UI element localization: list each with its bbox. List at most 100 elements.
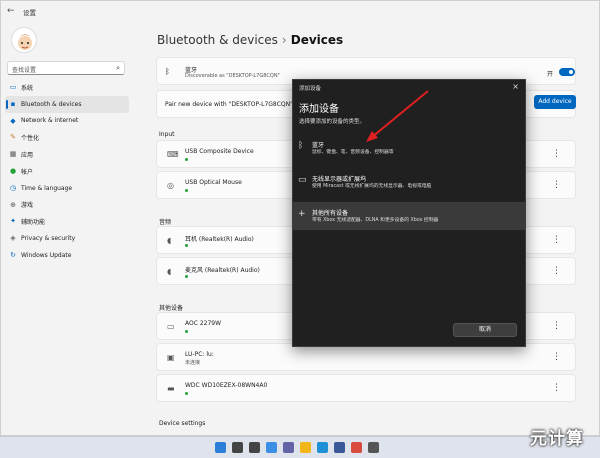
accessibility-icon: ✦ — [10, 217, 16, 226]
more-options-icon[interactable]: ⋮ — [552, 352, 561, 362]
apps-icon: ▦ — [9, 150, 17, 159]
widgets-icon[interactable] — [266, 442, 277, 453]
sidebar-item[interactable]: ▪ Bluetooth & devices — [5, 95, 129, 113]
bluetooth-discoverable: Discoverable as "DESKTOP-L7G8CQN" — [185, 73, 280, 79]
dialog-subtitle: 选择要添加的设备的类型。 — [299, 119, 366, 125]
cartoon-avatar-icon — [17, 34, 33, 50]
status-dot — [185, 158, 188, 161]
sidebar-item[interactable]: ✦ 辅助功能 — [5, 213, 129, 230]
status-dot — [185, 189, 188, 192]
sidebar-item[interactable]: ● 帐户 — [5, 163, 129, 180]
device-row[interactable]: ▣ LU-PC: lu: 未连接 ⋮ — [156, 343, 576, 371]
media-device-icon: ▣ — [167, 353, 175, 362]
sidebar-item[interactable]: ◈ Privacy & security — [5, 230, 129, 247]
shield-icon: ◈ — [10, 234, 16, 243]
section-other: 其他设备 — [159, 305, 184, 312]
bluetooth-icon: ᛒ — [165, 67, 170, 76]
sidebar-item[interactable]: ◆ Network & internet — [5, 113, 129, 130]
section-device-settings: Device settings — [159, 420, 206, 427]
device-type-option[interactable]: ᛒ 蓝牙 鼠标、键盘、笔、音频设备、控制器等 — [293, 134, 525, 162]
start-icon[interactable] — [215, 442, 226, 453]
device-type-option[interactable]: ▭ 无线显示器或扩展坞 使用 Miracast 或无线扩展坞的无线显示器、电视或电脑 — [293, 168, 525, 196]
device-row[interactable]: ▬ WDC WD10EZEX-08WN4A0 ⋮ — [156, 374, 576, 402]
mouse-icon: ◎ — [167, 181, 174, 190]
sidebar-item-label: 辅助功能 — [21, 219, 46, 227]
search-placeholder: 查找设置 — [12, 67, 37, 74]
device-name: LU-PC: lu: — [185, 351, 214, 358]
monitor-icon: ▭ — [9, 83, 17, 91]
status-dot — [185, 275, 188, 278]
task-view-icon[interactable] — [249, 442, 260, 453]
device-name: USB Optical Mouse — [185, 179, 242, 186]
close-icon[interactable]: × — [512, 82, 519, 91]
sidebar-item-label: 系统 — [21, 84, 34, 92]
add-device-button[interactable]: Add device — [534, 95, 576, 109]
sidebar-item[interactable]: ◷ Time & language — [5, 180, 129, 197]
device-name: 耳机 (Realtek(R) Audio) — [185, 236, 254, 243]
settings-icon[interactable] — [368, 442, 379, 453]
search-input[interactable]: 查找设置 ⌕ — [7, 61, 125, 75]
keyboard-icon: ⌨ — [167, 150, 179, 159]
more-options-icon[interactable]: ⋮ — [552, 383, 561, 393]
chat-icon[interactable] — [283, 442, 294, 453]
option-description: 使用 Miracast 或无线扩展坞的无线显示器、电视或电脑 — [312, 184, 432, 189]
sidebar-item-label: 个性化 — [21, 135, 40, 143]
more-options-icon[interactable]: ⋮ — [552, 149, 561, 159]
device-name: AOC 2279W — [185, 320, 222, 327]
status-dot — [185, 392, 188, 395]
bluetooth-state-label: 开 — [547, 71, 554, 78]
sidebar-item[interactable]: ▭ 系统 — [5, 79, 129, 96]
cancel-button[interactable]: 取消 — [453, 323, 517, 337]
avatar[interactable] — [11, 27, 37, 53]
display-icon: ▭ — [298, 175, 307, 185]
sidebar-nav: ▭ 系统 ▪ Bluetooth & devices ◆ Network & intern… — [5, 79, 129, 264]
bluetooth-icon: ᛒ — [298, 141, 304, 151]
edge-icon[interactable] — [317, 442, 328, 453]
file-explorer-icon[interactable] — [300, 442, 311, 453]
breadcrumb-separator: › — [281, 33, 287, 47]
bluetooth-devices-icon: ▪ — [10, 99, 16, 108]
device-name: WDC WD10EZEX-08WN4A0 — [185, 382, 268, 389]
more-options-icon[interactable]: ⋮ — [552, 321, 561, 331]
device-name: USB Composite Device — [185, 148, 254, 155]
device-type-option[interactable]: + 其他所有设备 带有 Xbox 无线适配器、DLNA 和更多设备的 Xbox 控制… — [293, 202, 525, 230]
drive-icon: ▬ — [167, 384, 175, 393]
sidebar-item-label: 帐户 — [21, 168, 34, 176]
headphones-icon: ◖ — [167, 236, 172, 245]
settings-window: ← 设置 查找设置 ⌕ ▭ 系统 ▪ Bluetooth & devices ◆ Netw… — [0, 0, 600, 436]
dialog-heading: 添加设备 — [299, 104, 339, 115]
bluetooth-toggle[interactable] — [559, 68, 575, 76]
sidebar-item-label: 游戏 — [21, 202, 34, 210]
back-arrow-icon[interactable]: ← — [7, 6, 15, 16]
more-options-icon[interactable]: ⋮ — [552, 235, 561, 245]
sidebar-item-label: Time & language — [21, 184, 73, 192]
more-options-icon[interactable]: ⋮ — [552, 180, 561, 190]
sidebar-item[interactable]: ▦ 应用 — [5, 146, 129, 163]
microphone-icon: ◖ — [167, 267, 172, 276]
search-icon[interactable] — [232, 442, 243, 453]
more-options-icon[interactable]: ⋮ — [552, 266, 561, 276]
option-description: 鼠标、键盘、笔、音频设备、控制器等 — [312, 150, 394, 155]
status-dot — [185, 244, 188, 247]
breadcrumb-parent[interactable]: Bluetooth & devices — [157, 33, 278, 47]
device-name: 麦克风 (Realtek(R) Audio) — [185, 267, 260, 274]
sidebar-item-label: Privacy & security — [21, 235, 76, 243]
sidebar-item-label: 应用 — [21, 152, 34, 160]
sidebar: 查找设置 ⌕ ▭ 系统 ▪ Bluetooth & devices ◆ Network &… — [1, 23, 136, 435]
breadcrumb: Bluetooth & devices › Devices — [157, 33, 343, 47]
account-icon: ● — [9, 166, 17, 175]
sidebar-item[interactable]: ✎ 个性化 — [5, 129, 129, 146]
title-bar: ← 设置 — [1, 1, 599, 23]
sidebar-item[interactable]: ↻ Windows Update — [5, 247, 129, 264]
network-icon: ◆ — [10, 116, 16, 125]
store-icon[interactable] — [334, 442, 345, 453]
pair-text: Pair new device with "DESKTOP-L7G8CQN" — [165, 101, 293, 108]
sidebar-item-label: Network & internet — [21, 117, 79, 125]
device-status: 未连接 — [185, 360, 201, 366]
section-input: Input — [159, 131, 175, 138]
chrome-icon[interactable] — [351, 442, 362, 453]
gamepad-icon: ⊕ — [10, 200, 16, 209]
monitor-device-icon: ▭ — [167, 322, 175, 331]
sidebar-item[interactable]: ⊕ 游戏 — [5, 197, 129, 214]
watermark: 元计算 — [530, 429, 584, 449]
